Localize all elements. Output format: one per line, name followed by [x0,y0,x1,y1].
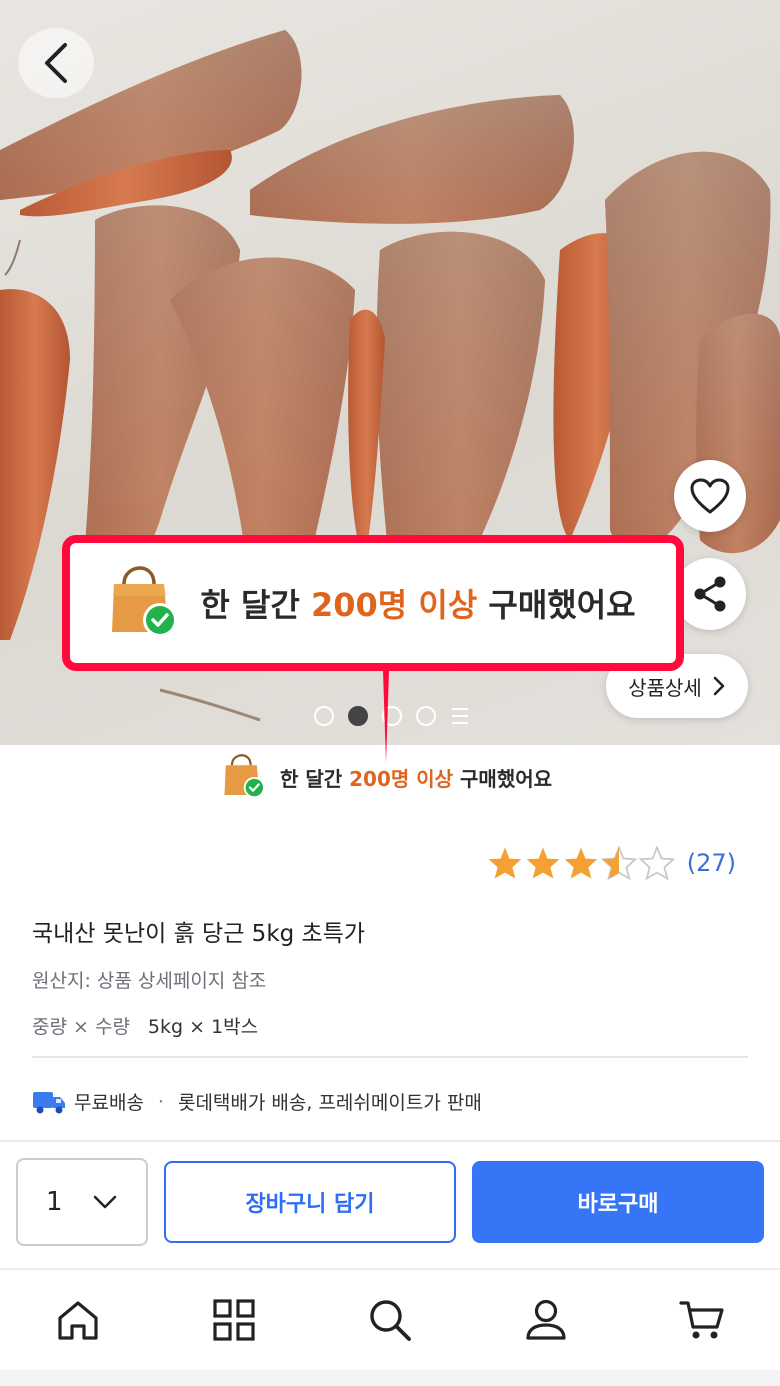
add-to-cart-button[interactable]: 장바구니 담기 [164,1161,456,1243]
nav-category[interactable] [206,1292,262,1348]
shipping-info: 무료배송 · 롯데택배가 배송, 프레쉬메이트가 판매 [32,1088,482,1115]
truck-icon [33,1091,65,1113]
star-full-icon [488,847,521,879]
nav-search[interactable] [362,1292,418,1348]
heart-icon [690,478,730,514]
like-button[interactable] [674,460,746,532]
shipping-detail: 롯데택배가 배송, 프레쉬메이트가 판매 [177,1092,482,1114]
spec-label: 중량 × 수량 [32,1016,130,1038]
buy-now-button[interactable]: 바로구매 [472,1161,764,1243]
star-empty-icon [638,846,675,880]
back-button[interactable] [18,28,94,98]
quantity-select[interactable]: 1 [16,1158,148,1246]
gallery-menu-icon[interactable] [450,706,470,726]
free-shipping-label: 무료배송 [74,1092,144,1114]
purchase-badge-text-large: 한 달간 200명 이상 구매했어요 [200,586,636,624]
user-icon [526,1299,566,1340]
callout-pointer [383,671,389,763]
share-button[interactable] [674,558,746,630]
chevron-left-icon [45,43,67,83]
divider [32,1056,748,1058]
home-icon [58,1301,98,1340]
spec-value: 5kg × 1박스 [147,1016,259,1038]
star-full-icon [564,847,597,879]
product-origin: 원산지: 상품 상세페이지 참조 [32,970,267,992]
shopping-bag-check-icon [224,754,265,799]
cart-icon [679,1301,724,1339]
product-title: 국내산 못난이 흙 당근 5kg 초특가 [32,921,366,947]
page-dot[interactable] [416,706,436,726]
star-half-icon [600,846,637,880]
search-icon [370,1300,411,1341]
rating[interactable]: (27) [487,846,736,880]
product-spec: 중량 × 수량 5kg × 1박스 [32,1012,258,1039]
purchase-badge-text: 한 달간 200명 이상 구매했어요 [280,766,553,791]
nav-home[interactable] [50,1292,106,1348]
shipping-separator: · [157,1090,164,1113]
purchase-badge: 한 달간 200명 이상 구매했어요 [222,754,552,800]
section-divider [0,1140,780,1142]
gallery-pagination[interactable] [314,706,470,726]
quantity-value: 1 [46,1187,63,1217]
nav-cart[interactable] [674,1292,730,1348]
nav-mypage[interactable] [518,1292,574,1348]
share-icon [694,576,726,612]
review-count[interactable]: (27) [687,849,736,877]
purchase-badge-callout: 한 달간 200명 이상 구매했어요 [62,535,684,671]
chevron-down-icon [93,1195,117,1209]
bottom-safe-area [0,1370,780,1386]
category-icon [213,1299,255,1341]
bottom-navigation [0,1268,780,1386]
page-dot[interactable] [314,706,334,726]
page-dot-active[interactable] [348,706,368,726]
star-full-icon [526,847,559,879]
product-detail-label: 상품상세 [628,675,702,700]
shopping-bag-check-icon [112,566,178,637]
chevron-right-icon [713,676,725,696]
